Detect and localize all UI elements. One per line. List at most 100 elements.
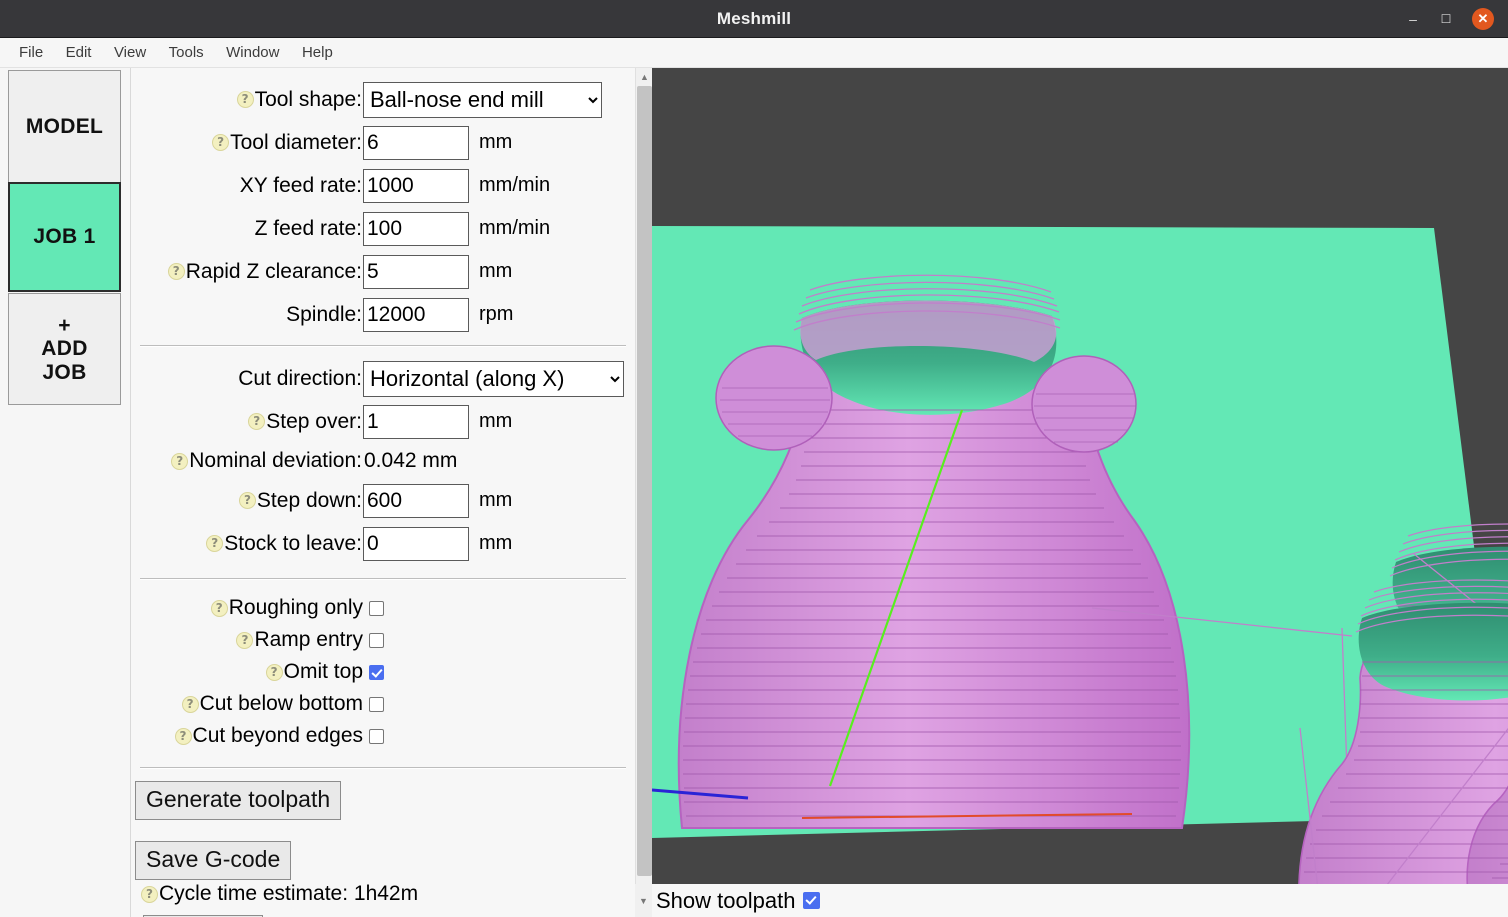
row-step-down: ?Step down: mm [131, 479, 635, 522]
label-roughing-only-text: Roughing only [228, 596, 363, 619]
help-icon-omit-top[interactable]: ? [265, 663, 283, 681]
label-ramp-entry: ? Ramp entry [131, 628, 363, 652]
job-rail: MODEL JOB 1 + ADD JOB [0, 68, 131, 917]
label-cut-beyond-edges-text: Cut beyond edges [192, 724, 363, 747]
job-settings-panel: ?Tool shape: Ball-nose end millFlat end … [131, 68, 635, 917]
unit-spindle: rpm [479, 303, 514, 325]
scrollbar-thumb[interactable] [637, 86, 652, 876]
row-tool-diameter: ?Tool diameter: mm [131, 121, 635, 164]
rail-button-add-job[interactable]: + ADD JOB [8, 293, 121, 405]
unit-stock-to-leave: mm [479, 532, 513, 554]
input-step-over[interactable] [363, 404, 469, 439]
help-icon-ramp-entry[interactable]: ? [236, 631, 254, 649]
row-z-feed-rate: Z feed rate: mm/min [131, 207, 635, 250]
label-step-down-text: Step down: [256, 488, 362, 512]
checkbox-show-toolpath[interactable] [803, 892, 821, 909]
input-spindle[interactable] [363, 297, 469, 332]
help-icon-tool-shape[interactable]: ? [236, 91, 254, 108]
help-icon-step-down[interactable]: ? [238, 492, 256, 509]
window-title: Meshmill [716, 9, 792, 28]
label-nominal-deviation-text: Nominal deviation: [189, 449, 362, 472]
checkbox-omit-top[interactable] [369, 664, 384, 680]
save-gcode-button[interactable]: Save G-code [135, 841, 292, 880]
checkbox-roughing-only[interactable] [369, 600, 384, 616]
label-step-down: ? Step down: [131, 489, 363, 513]
help-icon-cut-below-bottom[interactable]: ? [181, 695, 199, 713]
help-icon-roughing-only[interactable]: ? [210, 599, 228, 617]
cycle-time-estimate-text: Cycle time estimate: 1h42m [159, 882, 419, 905]
panel-scrollbar[interactable]: ▲ ▼ [635, 68, 652, 917]
input-xy-feed-rate[interactable] [363, 168, 469, 203]
label-step-over-text: Step over: [266, 409, 362, 433]
rail-button-job-1[interactable]: JOB 1 [8, 182, 121, 292]
title-bar: Meshmill – ☐ ✕ [0, 0, 1508, 38]
select-tool-shape[interactable]: Ball-nose end millFlat end millV-bit [363, 81, 602, 118]
cycle-time-estimate: ? Cycle time estimate: 1h42m [141, 882, 635, 906]
input-tool-diameter[interactable] [363, 125, 469, 160]
input-step-down[interactable] [363, 483, 469, 518]
input-z-feed-rate[interactable] [363, 211, 469, 246]
label-cut-direction-text: Cut direction: [238, 366, 362, 390]
label-omit-top: ? Omit top [131, 660, 363, 684]
checkbox-cut-below-bottom[interactable] [369, 696, 384, 712]
label-spindle: Spindle: [131, 303, 363, 327]
3d-viewport[interactable] [652, 68, 1508, 884]
label-rapid-z-clearance-text: Rapid Z clearance: [185, 259, 362, 283]
label-tool-diameter-text: Tool diameter: [230, 130, 362, 154]
divider-1 [140, 345, 626, 347]
unit-tool-diameter: mm [479, 131, 513, 153]
row-nominal-deviation: ? Nominal deviation: 0.042 mm [131, 443, 635, 479]
scroll-up-arrow-icon[interactable]: ▲ [636, 68, 653, 85]
unit-rapid-z-clearance: mm [479, 260, 513, 282]
label-spindle-text: Spindle: [286, 302, 362, 326]
bottom-scroll-down-arrow-icon[interactable]: ▼ [635, 884, 652, 917]
close-button[interactable]: ✕ [1472, 8, 1494, 30]
row-checkbox-cut-beyond-edges: ? Cut beyond edges [131, 720, 635, 752]
help-icon-nominal-deviation[interactable]: ? [171, 452, 189, 470]
input-stock-to-leave[interactable] [363, 526, 469, 561]
label-cut-direction: Cut direction: [131, 367, 363, 391]
label-tool-shape-text: Tool shape: [254, 87, 362, 111]
application-window: Meshmill – ☐ ✕ File Edit View Tools Wind… [0, 0, 1508, 917]
label-stock-to-leave: ? Stock to leave: [131, 532, 363, 556]
label-rapid-z-clearance: ? Rapid Z clearance: [131, 260, 363, 284]
label-tool-diameter: ? Tool diameter: [131, 131, 363, 155]
rail-button-model[interactable]: MODEL [8, 70, 121, 183]
generate-toolpath-button[interactable]: Generate toolpath [135, 781, 342, 820]
row-tool-shape: ?Tool shape: Ball-nose end millFlat end … [131, 78, 635, 121]
help-icon-tool-diameter[interactable]: ? [212, 134, 230, 151]
select-cut-direction[interactable]: Horizontal (along X)Vertical (along Y) [363, 360, 624, 397]
menu-item-file[interactable]: File [10, 38, 52, 68]
divider-3 [140, 767, 626, 769]
help-icon-rapid-z-clearance[interactable]: ? [167, 263, 185, 280]
show-toolpath-label: Show toolpath [656, 887, 796, 913]
menu-bar: File Edit View Tools Window Help [0, 38, 1508, 68]
help-icon-cycle-time[interactable]: ? [141, 885, 158, 903]
unit-xy-feed-rate: mm/min [479, 174, 551, 196]
label-cut-below-bottom-text: Cut below bottom [199, 692, 363, 715]
maximize-button[interactable]: ☐ [1436, 9, 1456, 29]
rail-button-add-job-label: + ADD JOB [41, 313, 88, 384]
checkbox-cut-beyond-edges[interactable] [369, 728, 384, 744]
menu-item-window[interactable]: Window [217, 38, 288, 68]
row-stock-to-leave: ?Stock to leave: mm [131, 522, 635, 565]
label-stock-to-leave-text: Stock to leave: [224, 531, 362, 555]
menu-item-tools[interactable]: Tools [160, 38, 213, 68]
label-xy-feed-rate: XY feed rate: [131, 174, 363, 198]
menu-item-edit[interactable]: Edit [57, 38, 101, 68]
minimize-button[interactable]: – [1403, 9, 1423, 29]
row-checkbox-ramp-entry: ? Ramp entry [131, 624, 635, 656]
row-xy-feed-rate: XY feed rate: mm/min [131, 164, 635, 207]
help-icon-step-over[interactable]: ? [248, 413, 266, 430]
help-icon-stock-to-leave[interactable]: ? [206, 535, 224, 552]
label-tool-shape: ? Tool shape: [131, 88, 363, 112]
menu-item-view[interactable]: View [105, 38, 155, 68]
help-icon-cut-beyond-edges[interactable]: ? [174, 727, 192, 745]
menu-item-help[interactable]: Help [293, 38, 342, 68]
label-nominal-deviation: ? Nominal deviation: [131, 449, 363, 473]
row-rapid-z-clearance: ?Rapid Z clearance: mm [131, 250, 635, 293]
label-z-feed-rate: Z feed rate: [131, 217, 363, 241]
value-nominal-deviation: 0.042 mm [364, 449, 458, 472]
input-rapid-z-clearance[interactable] [363, 254, 469, 289]
checkbox-ramp-entry[interactable] [369, 632, 384, 648]
